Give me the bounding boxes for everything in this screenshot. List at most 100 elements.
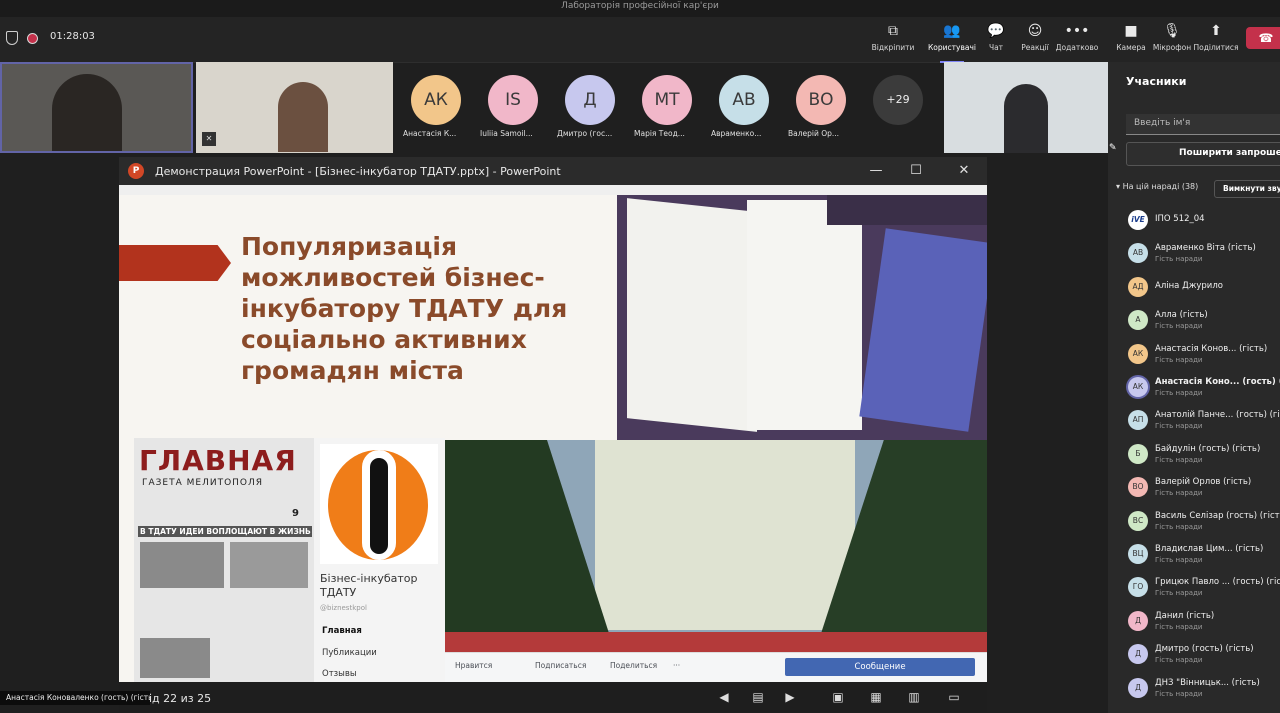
participant-role: Гість наради — [1155, 689, 1203, 698]
powerpoint-window: P Демонстрация PowerPoint - [Бізнес-інку… — [119, 157, 987, 712]
participant-row[interactable]: А Алла (гість) Гість наради — [1108, 304, 1280, 337]
participant-row[interactable]: ВЦ Владислав Цим... (гість) Гість наради — [1108, 538, 1280, 571]
share-button[interactable]: ⬆ Поділитися — [1190, 21, 1242, 59]
facebook-page-name: Бізнес-інкубатор ТДАТУ — [320, 572, 418, 599]
participant-role: Гість наради — [1155, 656, 1203, 665]
follow-button[interactable]: Подписаться — [535, 661, 586, 670]
powerpoint-title-bar: P Демонстрация PowerPoint - [Бізнес-інку… — [119, 157, 987, 185]
participant-row[interactable]: АД Аліна Джурило — [1108, 271, 1280, 304]
previous-slide-icon[interactable]: ◀ — [715, 688, 733, 706]
video-tile-participant[interactable]: ✕ — [196, 62, 393, 153]
more-fb-button[interactable]: ··· — [673, 661, 680, 670]
newspaper-photo — [140, 542, 224, 588]
brochure-blue — [859, 228, 987, 432]
facebook-menu-posts[interactable]: Публикации — [322, 648, 377, 658]
avatar-name-4: Марія Теод... — [634, 129, 685, 138]
participant-row[interactable]: АК Анастасія Конов... (гість) Гість наради — [1108, 338, 1280, 371]
facebook-menu-reviews[interactable]: Отзывы — [322, 669, 357, 679]
participant-role: Гість наради — [1155, 422, 1203, 431]
more-icon: ••• — [1064, 23, 1090, 39]
video-tile-participant-right[interactable] — [944, 62, 1108, 153]
participant-row[interactable]: ВС Василь Селізар (гость) (гість) Гість на… — [1108, 505, 1280, 538]
newspaper-title: ГЛАВНАЯ — [139, 444, 297, 477]
building-facade — [595, 440, 855, 630]
maximize-button[interactable]: ☐ — [901, 161, 931, 181]
unpin-button[interactable]: ⧉ Відкріпити — [867, 21, 919, 59]
participant-row[interactable]: АП Анатолій Панче... (гость) (гість)Гість… — [1108, 404, 1280, 437]
participants-list: iVE ІПО 512_04 АВ Авраменко Віта (гість) Гіс… — [1108, 204, 1280, 713]
facebook-menu-home[interactable]: Главная — [322, 626, 362, 636]
shared-screen-owner-label: Анастасія Коноваленко (гость) (гість) — [0, 691, 150, 705]
next-slide-icon[interactable]: ▶ — [781, 688, 799, 706]
participant-avatar: АВ — [1128, 243, 1148, 264]
presenter-view-icon[interactable]: ▭ — [945, 688, 963, 706]
participant-name: ДНЗ "Вінницьк... (гість) — [1155, 677, 1260, 688]
avatar-tile-4[interactable]: МТ — [642, 75, 692, 125]
participant-role: Гість наради — [1155, 589, 1203, 598]
participant-name: Данил (гість) — [1155, 610, 1215, 621]
newspaper-subtitle: ГАЗЕТА МЕЛИТОПОЛЯ — [142, 478, 264, 488]
message-button[interactable]: Сообщение — [785, 658, 975, 676]
participant-avatar: АП — [1128, 410, 1148, 431]
participant-row[interactable]: ВО Валерій Орлов (гість) Гість наради — [1108, 471, 1280, 504]
participant-name: Байдулін (гость) (гість) — [1155, 443, 1261, 454]
slide-sorter-icon[interactable]: ▤ — [749, 688, 767, 706]
slide-arrow-decoration — [119, 245, 231, 281]
participant-name: Владислав Цим... (гість) — [1155, 544, 1264, 554]
participant-row[interactable]: Д Дмитро (гость) (гість) Гість наради — [1108, 638, 1280, 671]
participant-row[interactable]: АВ Авраменко Віта (гість) Гість наради — [1108, 237, 1280, 270]
avatar-name-5: Авраменко... — [711, 129, 762, 138]
participant-name: Анастасія Коно... (гость) (гість) — [1155, 377, 1280, 387]
leave-button[interactable]: ☎ — [1246, 27, 1280, 49]
participant-name: Алла (гість) — [1155, 310, 1208, 321]
participant-role: Гість наради — [1155, 455, 1203, 464]
participant-role: Гість наради — [1155, 556, 1203, 564]
phone-icon: ☎ — [1258, 31, 1274, 45]
mic-off-icon: ✕ — [202, 132, 216, 146]
normal-view-icon[interactable]: ▣ — [829, 688, 847, 706]
avatar-tile-6[interactable]: ВО — [796, 75, 846, 125]
participant-row[interactable]: ГО Грицюк Павло ... (гость) (гість)Гість … — [1108, 571, 1280, 604]
participant-name: Анастасія Конов... (гість) — [1155, 343, 1268, 354]
close-button[interactable]: ✕ — [949, 161, 979, 181]
avatar-name-6: Валерій Ор... — [788, 129, 840, 138]
slide-counter: ід 22 из 25 — [149, 692, 212, 705]
share-invite-button[interactable]: ✎ Поширити запрошення — [1109, 142, 1280, 166]
participant-avatar: ГО — [1128, 577, 1148, 598]
participant-row[interactable]: iVE ІПО 512_04 — [1108, 204, 1280, 237]
avatar-tile-5[interactable]: АВ — [719, 75, 769, 125]
person-silhouette — [278, 82, 328, 152]
mute-all-button[interactable]: Вимкнути звук — [1214, 180, 1280, 198]
meeting-toolbar: 01:28:03 ⧉ Відкріпити 👥 Користувачі 💬 Ча… — [0, 17, 1280, 63]
participant-row[interactable]: Д Данил (гість) Гість наради — [1108, 605, 1280, 638]
avatar-tile-2[interactable]: IS — [488, 75, 538, 125]
participant-row[interactable]: Д ДНЗ "Вінницьк... (гість) Гість наради — [1108, 672, 1280, 705]
avatar-name-1: Анастасія К... — [403, 129, 457, 138]
video-tile-active-speaker[interactable] — [0, 62, 193, 153]
avatar-tile-3[interactable]: Д — [565, 75, 615, 125]
minimize-button[interactable]: — — [861, 161, 891, 181]
overflow-participants-button[interactable]: +29 — [873, 75, 923, 125]
participant-avatar: АД — [1128, 276, 1148, 297]
participant-role: Гість наради — [1155, 355, 1203, 364]
trees-left — [445, 440, 615, 652]
like-button[interactable]: Нравится — [455, 661, 492, 670]
share-fb-button[interactable]: Поделиться — [610, 661, 657, 670]
grid-view-icon[interactable]: ▦ — [867, 688, 885, 706]
participant-role: Гість наради — [1155, 322, 1203, 331]
facebook-page-sidebar: Бізнес-інкубатор ТДАТУ @biznestkpol Глав… — [314, 438, 445, 682]
newspaper-headline: В ТДАТУ ИДЕИ ВОПЛОЩАЮТ В ЖИЗНЬ — [138, 526, 312, 537]
more-button[interactable]: ••• Додатково — [1051, 21, 1103, 59]
participant-row[interactable]: Б Байдулін (гость) (гість) Гість наради — [1108, 438, 1280, 471]
reading-view-icon[interactable]: ▥ — [905, 688, 923, 706]
in-meeting-section-header[interactable]: ▾ На цій нараді (38) — [1116, 182, 1198, 191]
participant-row[interactable]: АК Анастасія Коно... (гость) (гість) Гість… — [1108, 371, 1280, 404]
participant-search-input[interactable]: Введіть ім'я — [1126, 114, 1280, 135]
participant-name: ІПО 512_04 — [1155, 214, 1205, 224]
avatar-name-3: Дмитро (гос... — [557, 129, 613, 138]
avatar-tile-1[interactable]: АК — [411, 75, 461, 125]
unpin-icon: ⧉ — [888, 23, 898, 39]
section-label: На цій нараді (38) — [1122, 182, 1199, 191]
newspaper-page-number: 9 — [292, 508, 299, 519]
participant-role: Гість наради — [1155, 622, 1203, 631]
